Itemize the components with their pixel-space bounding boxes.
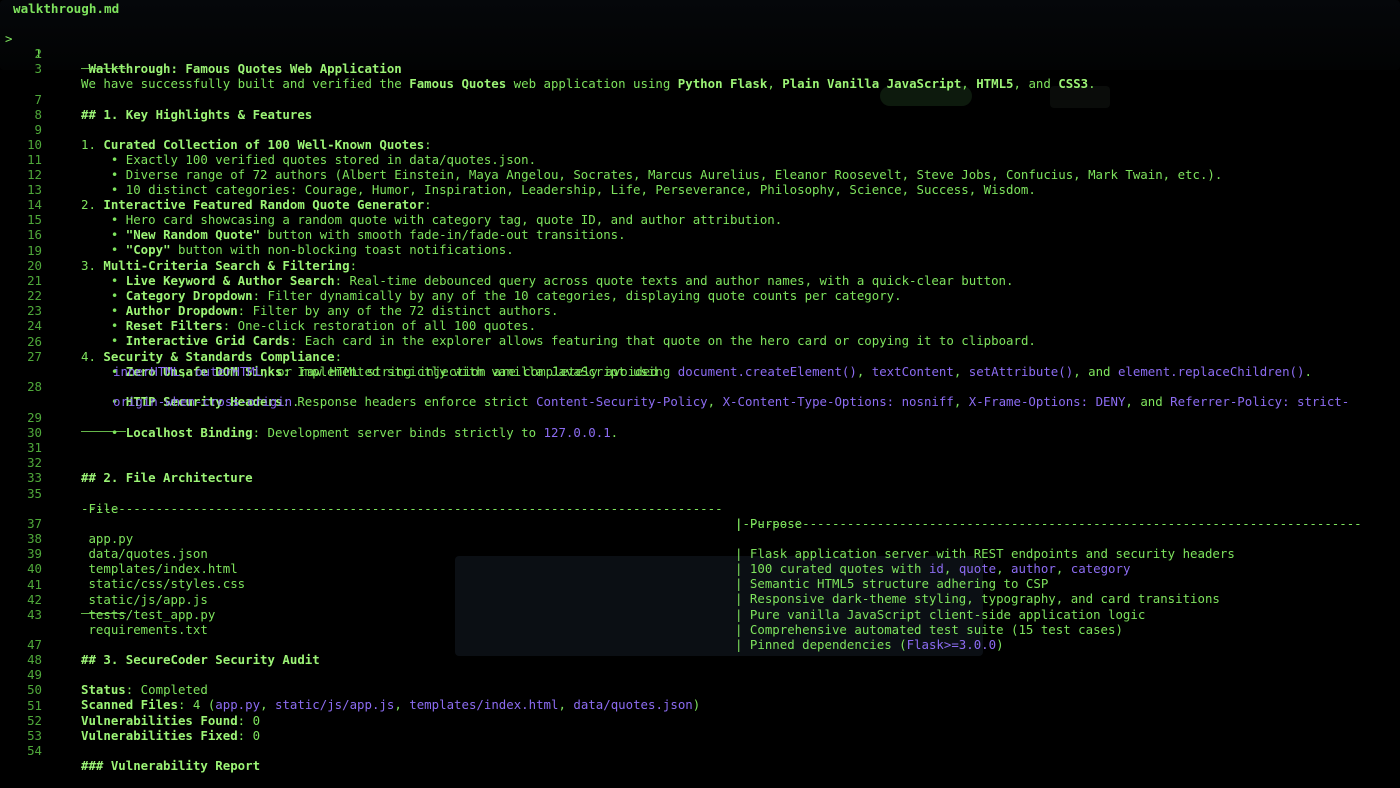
editor-line-wrap[interactable]: innerHTML, outerHTML, or raw HTML string… [0,349,1400,379]
editor-line[interactable]: 3 We have successfully built and verifie… [0,46,1400,91]
editor-line[interactable]: 32 ## 2. File Architecture [0,440,1400,485]
table-row[interactable]: 37 app.py | Flask application server wit… [0,501,1400,561]
table-row[interactable]: 40 static/css/styles.css | Responsive da… [0,546,1400,606]
editor-line[interactable]: 13 2. Interactive Featured Random Quote … [0,167,1400,212]
horizontal-rule [81,431,126,432]
table-row[interactable]: 39 templates/index.html | Semantic HTML5… [0,531,1400,591]
table-cell-purpose: | Pure vanilla JavaScript client-side ap… [735,607,1146,622]
editor-line[interactable]: 53 [0,713,1400,743]
editor-line[interactable]: 48 [0,637,1400,667]
editor-line[interactable]: 52 Vulnerabilities Fixed: 0 [0,698,1400,743]
editor-line[interactable]: 2 [0,31,1400,61]
section-heading: ### Vulnerability Report [81,758,261,773]
editor-line[interactable]: 19 3. Multi-Criteria Search & Filtering: [0,228,1400,273]
table-header[interactable]: 35 File | Purpose [0,471,1400,531]
editor-line[interactable]: 24 • Interactive Grid Cards: Each card i… [0,303,1400,348]
editor-line[interactable]: 49 Status: Completed [0,652,1400,697]
editor-line[interactable]: 23 • Reset Filters: One-click restoratio… [0,288,1400,333]
editor-line[interactable]: 26 4. Security & Standards Compliance: [0,319,1400,364]
table-row[interactable]: 43 requirements.txt | Pinned dependencie… [0,592,1400,652]
editor-line[interactable]: 27 • Zero Unsafe DOM Sinks: Implemented … [0,334,1400,379]
editor-line[interactable]: 33 [0,455,1400,485]
horizontal-rule [81,68,126,69]
editor-line[interactable]: 51 Vulnerabilities Found: 0 [0,683,1400,728]
editor-line[interactable]: 10 • Exactly 100 verified quotes stored … [0,122,1400,167]
line-number: 43 [27,607,42,622]
editor-line[interactable]: 14 • Hero card showcasing a random quote… [0,182,1400,227]
editor-line[interactable]: 50 Scanned Files: 4 (app.py, static/js/a… [0,667,1400,712]
editor-line[interactable]: 7 ## 1. Key Highlights & Features [0,77,1400,122]
line-number: 3 [34,61,42,76]
table-row[interactable]: 38 data/quotes.json | 100 curated quotes… [0,516,1400,576]
horizontal-rule [81,613,126,614]
editor-line[interactable]: 15 • "New Random Quote" button with smoo… [0,197,1400,242]
editor-line[interactable]: 11 • Diverse range of 72 authors (Albert… [0,137,1400,182]
editor-line[interactable]: 12 • 10 distinct categories: Courage, Hu… [0,152,1400,197]
editor-line[interactable]: 8 [0,92,1400,122]
heading-title: Walkthrough: Famous Quotes Web Applicati… [81,61,402,76]
editor-line[interactable]: 29 • Localhost Binding: Development serv… [0,395,1400,440]
editor-line[interactable]: 9 1. Curated Collection of 100 Well-Know… [0,107,1400,152]
table-row[interactable]: 41 static/js/app.js | Pure vanilla JavaS… [0,562,1400,622]
line-number: 54 [27,743,42,758]
editor-line[interactable]: 30 [0,410,1400,440]
table-cell-file: tests/test_app.py [81,607,216,622]
editor-line-wrap[interactable]: origin-when-cross-origin. [0,379,1400,409]
editor-line[interactable]: 21 • Category Dropdown: Filter dynamical… [0,258,1400,303]
editor-line[interactable]: 47 ## 3. SecureCoder Security Audit [0,622,1400,667]
editor-line[interactable]: 54 ### Vulnerability Report [0,728,1400,773]
editor-line[interactable]: 31 [0,425,1400,455]
file-name: walkthrough.md [13,1,120,16]
editor-line[interactable]: > 1 Walkthrough: Famous Quotes Web Appli… [0,16,1400,76]
editor-line[interactable]: 28 • HTTP Security Headers: Response hea… [0,364,1400,409]
editor-line[interactable]: 16 • "Copy" button with non-blocking toa… [0,212,1400,257]
table-divider: ----------------------------------------… [0,486,1400,531]
editor-line[interactable]: 20 • Live Keyword & Author Search: Real-… [0,243,1400,288]
editor-line[interactable]: 22 • Author Dropdown: Filter by any of t… [0,273,1400,318]
table-row[interactable]: 42 tests/test_app.py | Comprehensive aut… [0,577,1400,637]
